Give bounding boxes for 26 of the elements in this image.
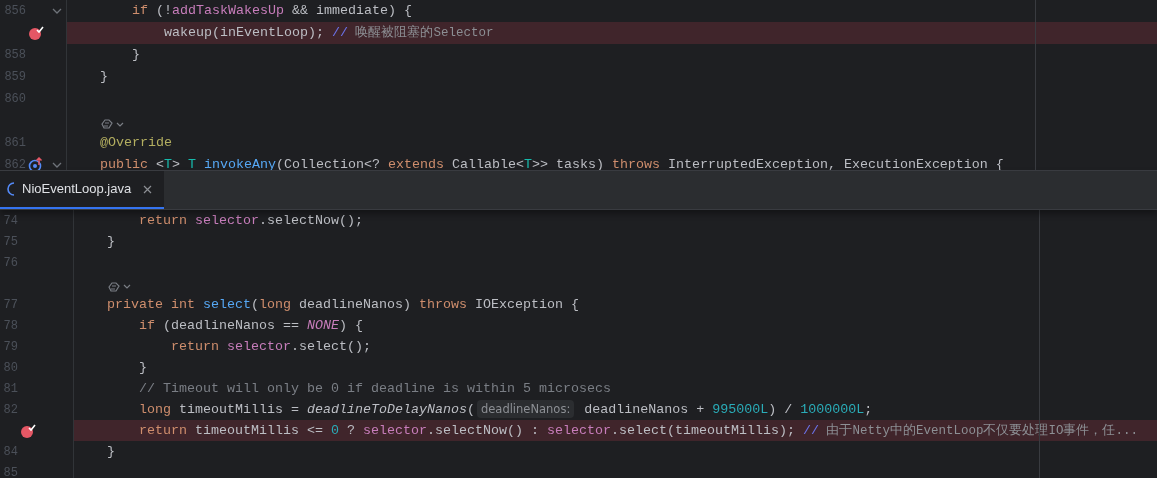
parameter-hint: deadlineNanos:	[476, 400, 575, 419]
code-text: // Timeout will only be 0 if deadline is within 5 microsecs	[138, 379, 611, 398]
code-text: private int select(long deadlineNanos) throws IOException {	[107, 295, 579, 314]
code-text: if (!addTaskWakesUp && immediate) {	[131, 2, 412, 20]
breakpoint-icon[interactable]	[20, 422, 36, 439]
chevron-down-icon[interactable]	[52, 8, 62, 14]
code-text: return selector.select();	[170, 337, 371, 356]
code-text: public <T> T invokeAny(Collection<? extends Callable<T>> tasks) throws InterruptedException, ExecutionException {	[100, 156, 1004, 170]
code-text: }	[107, 442, 115, 461]
code-text: wakeup(inEventLoop); // 唤醒被阻塞的Selector	[163, 24, 494, 42]
code-text: }	[131, 46, 140, 64]
class-file-icon	[4, 182, 14, 196]
code-text: deadlineNanos + 995000L) / 1000000L;	[583, 400, 873, 419]
chevron-down-icon[interactable]	[52, 162, 62, 168]
code-text: }	[100, 68, 108, 86]
code-text: long timeoutMillis = deadlineToDelayNanos(	[138, 400, 475, 419]
code-text: return selector.selectNow();	[138, 211, 363, 230]
code-text: return timeoutMillis <= 0 ? selector.selectNow() : selector.select(timeoutMillis); // 由于Netty中的EventLoop不仅要处理IO事件，任...	[138, 421, 1138, 440]
close-icon[interactable]	[143, 184, 153, 194]
code-text: if (deadlineNanos == NONE) {	[138, 316, 363, 335]
code-text: @Override	[100, 134, 172, 152]
editor-tab[interactable]: NioEventLoop.java	[0, 171, 165, 209]
code-text: }	[107, 232, 115, 251]
breakpoint-icon[interactable]	[28, 25, 44, 41]
code-text: }	[138, 358, 147, 377]
target-arrow-icon[interactable]	[28, 157, 44, 170]
